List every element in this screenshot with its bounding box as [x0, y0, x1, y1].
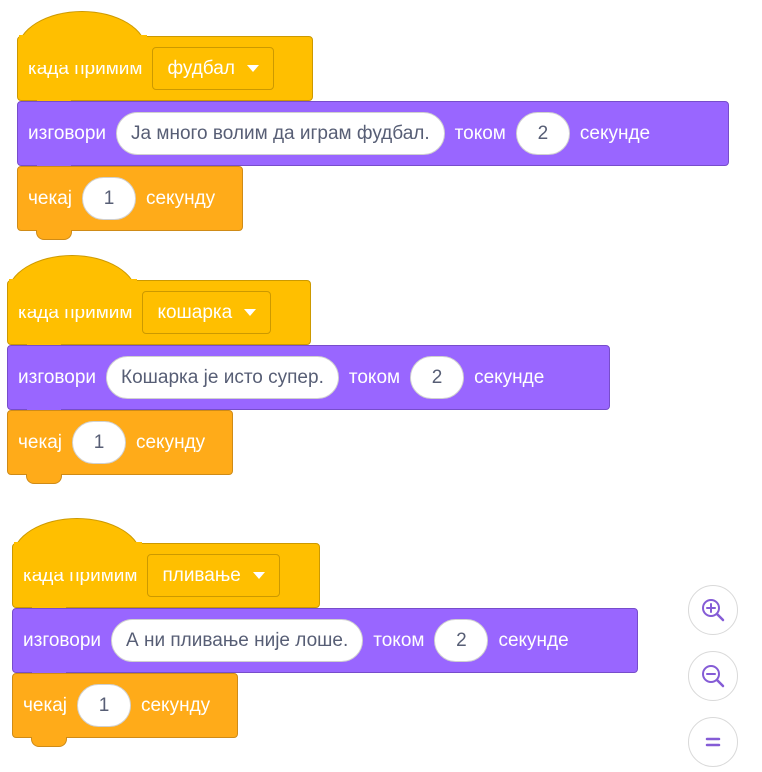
- zoom-out-button[interactable]: [688, 651, 738, 701]
- message-value: фудбал: [167, 57, 235, 79]
- wait-unit-label: секунду: [135, 431, 206, 453]
- message-dropdown[interactable]: кошарка: [142, 291, 272, 334]
- say-secs-input[interactable]: 2: [410, 356, 465, 399]
- reset-zoom-icon: [705, 737, 721, 747]
- message-value: пливање: [162, 564, 241, 586]
- dropdown-caret-icon: [246, 65, 259, 72]
- message-dropdown[interactable]: фудбал: [152, 47, 274, 90]
- wait-block[interactable]: чекај 1 секунду: [7, 410, 233, 484]
- dropdown-caret-icon: [252, 572, 265, 579]
- wait-secs-input[interactable]: 1: [71, 421, 126, 464]
- say-secs-value: 2: [431, 366, 443, 388]
- secs-unit-label: секунде: [498, 629, 569, 651]
- wait-secs-input[interactable]: 1: [81, 177, 136, 220]
- wait-label: чекај: [23, 694, 67, 716]
- wait-label: чекај: [28, 187, 72, 209]
- say-for-secs-block[interactable]: изговори А ни пливање није лоше. током 2…: [12, 608, 638, 682]
- wait-unit-label: секунду: [140, 694, 211, 716]
- when-i-receive-block[interactable]: када примим пливање: [12, 542, 320, 617]
- say-text-value: Кошарка је исто супер.: [121, 366, 324, 388]
- say-label: изговори: [23, 629, 102, 651]
- for-label: током: [373, 629, 425, 651]
- say-for-secs-block[interactable]: изговори Кошарка је исто супер. током 2 …: [7, 345, 610, 419]
- say-secs-value: 2: [456, 629, 467, 651]
- say-text-value: Ја много волим да играм фудбал.: [131, 122, 430, 144]
- say-text-input[interactable]: Кошарка је исто супер.: [106, 356, 339, 399]
- secs-unit-label: секунде: [474, 366, 545, 388]
- zoom-in-icon: [702, 599, 725, 622]
- wait-secs-input[interactable]: 1: [76, 684, 131, 727]
- say-secs-input[interactable]: 2: [434, 619, 489, 662]
- say-label: изговори: [28, 122, 107, 144]
- say-text-value: А ни пливање није лоше.: [126, 629, 349, 651]
- wait-secs-value: 1: [93, 431, 105, 453]
- wait-label: чекај: [18, 431, 62, 453]
- zoom-out-icon: [702, 665, 725, 688]
- for-label: током: [454, 122, 506, 144]
- dropdown-caret-icon: [244, 309, 257, 316]
- zoom-in-button[interactable]: [688, 585, 738, 635]
- say-text-input[interactable]: Ја много волим да играм фудбал.: [116, 112, 445, 155]
- say-secs-input[interactable]: 2: [515, 112, 570, 155]
- say-text-input[interactable]: А ни пливање није лоше.: [111, 619, 364, 662]
- say-secs-value: 2: [537, 122, 549, 144]
- secs-unit-label: секунде: [579, 122, 651, 144]
- when-i-receive-block[interactable]: када примим фудбал: [17, 35, 313, 110]
- reset-zoom-button[interactable]: [688, 717, 738, 767]
- for-label: током: [348, 366, 401, 388]
- wait-unit-label: секунду: [145, 187, 216, 209]
- wait-block[interactable]: чекај 1 секунду: [12, 673, 238, 747]
- say-label: изговори: [18, 366, 97, 388]
- wait-secs-value: 1: [103, 187, 115, 209]
- say-for-secs-block[interactable]: изговори Ја много волим да играм фудбал.…: [17, 101, 729, 175]
- when-i-receive-block[interactable]: када примим кошарка: [7, 279, 311, 354]
- message-dropdown[interactable]: пливање: [147, 554, 280, 597]
- message-value: кошарка: [157, 301, 233, 323]
- wait-secs-value: 1: [98, 694, 110, 716]
- wait-block[interactable]: чекај 1 секунду: [17, 166, 243, 240]
